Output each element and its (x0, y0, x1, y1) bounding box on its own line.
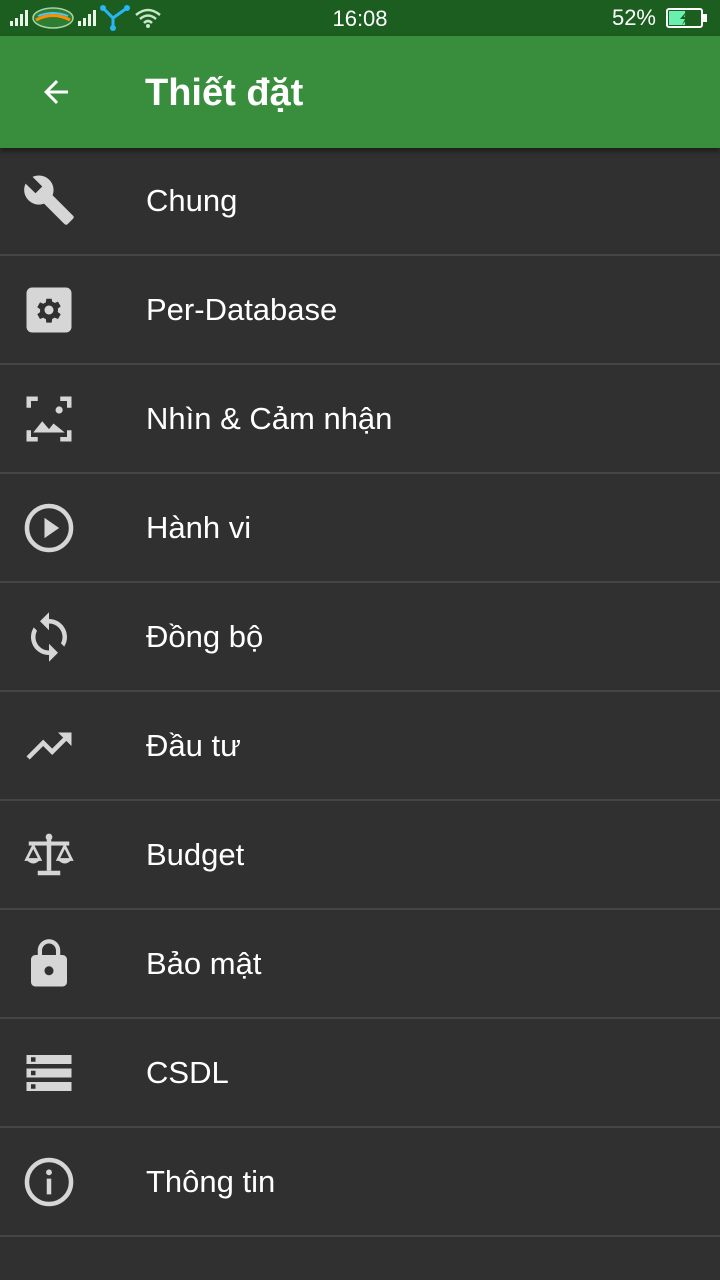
menu-item-label: Thông tin (146, 1164, 276, 1199)
menu-item-about[interactable]: Thông tin (0, 1128, 720, 1237)
menu-item-security[interactable]: Bảo mật (0, 910, 720, 1019)
menu-item-label: Chung (146, 183, 238, 218)
menu-item-label: Nhìn & Cảm nhận (146, 401, 393, 436)
menu-item-label: Hành vi (146, 510, 252, 545)
image-frame-icon (22, 392, 76, 446)
menu-item-investment[interactable]: Đầu tư (0, 692, 720, 801)
menu-item-look-and-feel[interactable]: Nhìn & Cảm nhận (0, 365, 720, 474)
menu-item-label: CSDL (146, 1055, 229, 1090)
menu-item-label: Đồng bộ (146, 619, 264, 654)
menu-item-label: Per-Database (146, 292, 338, 327)
battery-icon (666, 8, 707, 28)
wrench-icon (22, 173, 76, 227)
back-button[interactable] (26, 62, 86, 122)
menu-item-behavior[interactable]: Hành vi (0, 474, 720, 583)
app-bar: Thiết đặt (0, 36, 720, 148)
menu-item-sync[interactable]: Đồng bộ (0, 583, 720, 692)
battery-status: 52% (612, 0, 708, 36)
lock-icon (22, 937, 76, 991)
menu-item-budget[interactable]: Budget (0, 801, 720, 910)
battery-percent: 52% (611, 5, 656, 30)
menu-item-label: Đầu tư (146, 728, 241, 763)
scale-icon (22, 828, 76, 882)
storage-icon (22, 1046, 76, 1100)
play-circle-icon (22, 501, 76, 555)
menu-item-label: Budget (146, 837, 245, 872)
status-bar: 16:08 52% (0, 0, 720, 36)
info-icon (22, 1155, 76, 1209)
gear-icon (22, 283, 76, 337)
arrow-back-icon (44, 80, 68, 104)
trending-up-icon (22, 719, 76, 773)
menu-item-database[interactable]: CSDL (0, 1019, 720, 1128)
sync-icon (22, 610, 76, 664)
settings-menu: Chung Per-Database Nhìn & Cảm nhận Hành … (0, 148, 720, 1237)
menu-item-per-database[interactable]: Per-Database (0, 256, 720, 365)
menu-item-label: Bảo mật (146, 946, 262, 981)
menu-item-general[interactable]: Chung (0, 148, 720, 256)
page-title: Thiết đặt (145, 72, 304, 114)
